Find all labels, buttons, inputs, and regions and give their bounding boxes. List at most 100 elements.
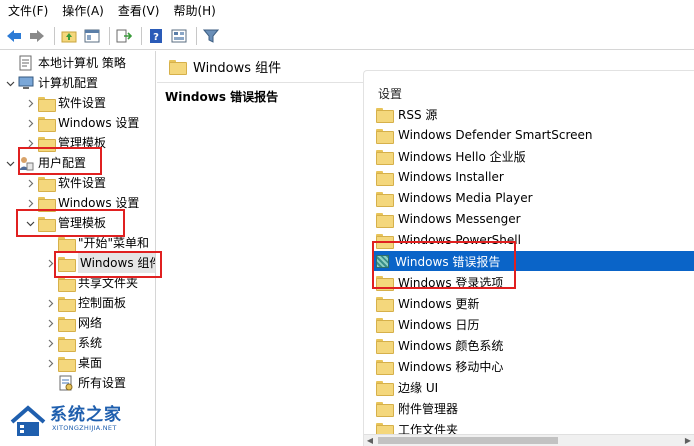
tree-item-label: 所有设置 [78,376,127,390]
tree-item[interactable]: Windows 组件 [44,253,155,273]
show-tree-icon[interactable] [82,26,102,46]
export-list-icon[interactable] [114,26,134,46]
folder-icon [376,191,394,207]
tree-item[interactable]: Windows 设置 [24,113,139,133]
back-arrow-icon[interactable] [4,26,24,46]
tree-item-label: 共享文件夹 [78,276,139,290]
list-item-label: Windows Installer [398,170,504,184]
folder-icon [376,401,394,417]
toolbar-separator [54,26,55,45]
list-item[interactable]: Windows Media Player [374,188,694,208]
help-icon[interactable]: ? [146,26,166,46]
folder-icon [376,338,394,354]
description-title: Windows 错误报告 [165,90,279,104]
folder-icon [376,359,394,375]
folder-icon [169,60,187,75]
chevron-right-icon[interactable] [44,253,56,273]
chevron-right-icon[interactable] [44,293,56,313]
scroll-left-icon[interactable]: ◀ [364,435,376,446]
chevron-right-icon[interactable] [44,333,56,353]
tree-item[interactable]: 共享文件夹 [44,273,138,293]
policy-icon [18,55,34,71]
column-header-setting[interactable]: 设置 [378,85,402,102]
folder-icon [38,175,56,192]
forward-arrow-icon[interactable] [27,26,47,46]
chevron-down-icon[interactable] [4,153,16,173]
tree-item[interactable]: 本地计算机 策略 [4,53,126,73]
list-item-label: Windows 日历 [398,317,480,332]
folder-icon [376,233,394,249]
menu-action[interactable]: 操作(A) [62,0,104,22]
list-item-label: Windows Messenger [398,212,521,226]
tree-item[interactable]: 控制面板 [44,293,126,313]
tree-item-label: 管理模板 [58,136,107,150]
list-item[interactable]: Windows Messenger [374,209,694,229]
filter-icon[interactable] [201,26,221,46]
chevron-right-icon[interactable] [24,173,36,193]
chevron-right-icon[interactable] [24,133,36,153]
list-item[interactable]: Windows 错误报告 [374,251,694,271]
folder-icon [376,317,394,333]
folder-icon [38,195,56,212]
chevron-down-icon[interactable] [24,213,36,233]
toolbar-separator [196,26,197,45]
list-item[interactable]: Windows Defender SmartScreen [374,125,694,145]
list-item[interactable]: Windows 登录选项 [374,272,694,292]
tree-item[interactable]: 所有设置 [44,373,126,393]
tree-item[interactable]: 网络 [44,313,102,333]
list-item[interactable]: Windows 颜色系统 [374,335,694,355]
menu-file[interactable]: 文件(F) [8,0,48,22]
tree-item-label: 桌面 [78,356,103,370]
list-item[interactable]: Windows 更新 [374,293,694,313]
tree-item[interactable]: 软件设置 [24,93,106,113]
scroll-right-icon[interactable]: ▶ [682,435,694,446]
folder-icon [376,296,394,312]
folder-icon [376,128,394,144]
computer-icon [18,75,34,91]
list-item-label: Windows Hello 企业版 [398,149,526,164]
menu-help[interactable]: 帮助(H) [173,0,215,22]
folder-icon [376,149,394,165]
list-item-label: 边缘 UI [398,380,439,395]
scrollbar-thumb[interactable] [378,437,558,444]
list-item[interactable]: 附件管理器 [374,398,694,418]
tree-item-label: Windows 组件 [78,253,155,273]
properties-icon[interactable] [169,26,189,46]
list-item[interactable]: Windows Installer [374,167,694,187]
folder-icon [38,135,56,152]
horizontal-scrollbar[interactable]: ◀ ▶ [364,434,694,446]
folder-icon [38,215,56,232]
chevron-right-icon[interactable] [24,93,36,113]
tree-item[interactable]: 桌面 [44,353,102,373]
chevron-right-icon[interactable] [24,113,36,133]
chevron-right-icon[interactable] [44,313,56,333]
list-item[interactable]: Windows 移动中心 [374,356,694,376]
list-item[interactable]: 边缘 UI [374,377,694,397]
list-item[interactable]: Windows PowerShell [374,230,694,250]
list-item[interactable]: Windows 日历 [374,314,694,334]
list-item-label: Windows 颜色系统 [398,338,504,353]
tree-item[interactable]: 管理模板 [24,133,106,153]
list-item-label: Windows Defender SmartScreen [398,128,593,142]
up-folder-icon[interactable] [59,26,79,46]
chevron-right-icon[interactable] [24,193,36,213]
svg-text:?: ? [153,32,159,43]
chevron-down-icon[interactable] [4,73,16,93]
folder-icon [58,235,76,252]
console-tree: 本地计算机 策略 计算机配置 软件设置 Windows 设置 管理模板 用户配置 软件设置 W… [0,51,156,446]
folder-icon [376,170,394,186]
user-icon [18,155,34,171]
menu-view[interactable]: 查看(V) [118,0,160,22]
list-item[interactable]: RSS 源 [374,104,694,124]
tree-item[interactable]: 系统 [44,333,102,353]
tree-item[interactable]: 用户配置 [4,153,86,173]
tree-item[interactable]: 管理模板 [24,213,106,233]
tree-item[interactable]: "开始"菜单和 [44,233,149,253]
tree-item[interactable]: Windows 设置 [24,193,139,213]
list-item[interactable]: Windows Hello 企业版 [374,146,694,166]
tree-item[interactable]: 软件设置 [24,173,106,193]
tree-item-label: 控制面板 [78,296,127,310]
tree-item[interactable]: 计算机配置 [4,73,98,93]
chevron-right-icon[interactable] [44,353,56,373]
